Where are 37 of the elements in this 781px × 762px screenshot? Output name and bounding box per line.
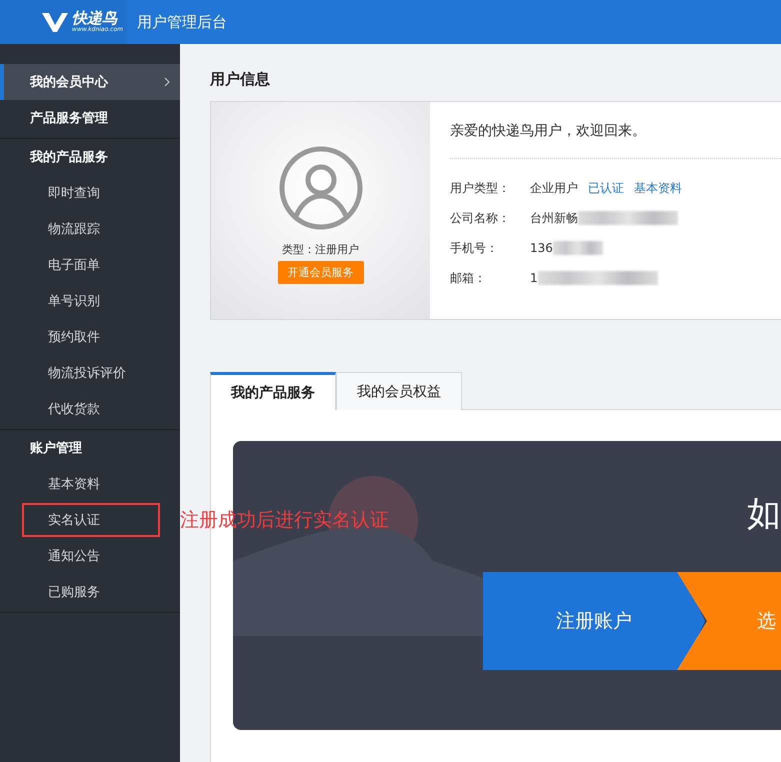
sidebar-subitem[interactable]: 基本资料 <box>0 466 180 502</box>
process-step: 注册账户 <box>483 572 705 670</box>
user-avatar-icon <box>278 146 362 230</box>
welcome-text: 亲爱的快递鸟用户，欢迎回来。 <box>450 122 781 159</box>
field-label: 手机号： <box>450 240 499 256</box>
sidebar-subitem[interactable]: 电子面单 <box>0 247 180 283</box>
sidebar-subitem[interactable]: 已购服务 <box>0 574 180 610</box>
logo-text: 快递鸟 <box>72 10 118 26</box>
field-value: 企业用户 <box>530 180 578 196</box>
sidebar-subitem[interactable]: 代收货款 <box>0 391 180 427</box>
tab[interactable]: 我的产品服务 <box>210 372 336 410</box>
tab[interactable]: 我的会员权益 <box>336 372 462 410</box>
sidebar-item[interactable]: 我的会员中心 <box>0 64 180 100</box>
sidebar-subitem[interactable]: 即时查询 <box>0 175 180 211</box>
field-label: 公司名称： <box>450 210 511 226</box>
info-link[interactable]: 基本资料 <box>634 180 682 196</box>
chevron-right-icon <box>164 77 170 87</box>
banner-heading: 如 <box>747 493 781 536</box>
sidebar-item[interactable]: 我的产品服务 <box>0 139 180 175</box>
field-label: 用户类型： <box>450 180 511 196</box>
sidebar-item[interactable]: 产品服务管理 <box>0 100 180 136</box>
sidebar-subitem[interactable]: 单号识别 <box>0 283 180 319</box>
logo-icon <box>42 11 68 33</box>
sidebar-item[interactable]: 账户管理 <box>0 430 180 466</box>
field-value: 台州新畅 <box>530 210 578 226</box>
user-type-label: 类型：注册用户 <box>282 242 359 257</box>
sidebar-subitem[interactable]: 物流投诉评价 <box>0 355 180 391</box>
sidebar-subitem[interactable]: 预约取件 <box>0 319 180 355</box>
sidebar-subitem[interactable]: 通知公告 <box>0 538 180 574</box>
sidebar-subitem[interactable]: 实名认证 <box>0 502 180 538</box>
field-label: 邮箱： <box>450 270 487 286</box>
section-title: 用户信息 <box>210 70 271 89</box>
info-link[interactable]: 已认证 <box>588 180 624 196</box>
field-value: 136 <box>530 241 553 255</box>
sidebar-subitem[interactable]: 物流跟踪 <box>0 211 180 247</box>
field-value: 1 <box>530 271 538 285</box>
app-title: 用户管理后台 <box>137 12 227 32</box>
